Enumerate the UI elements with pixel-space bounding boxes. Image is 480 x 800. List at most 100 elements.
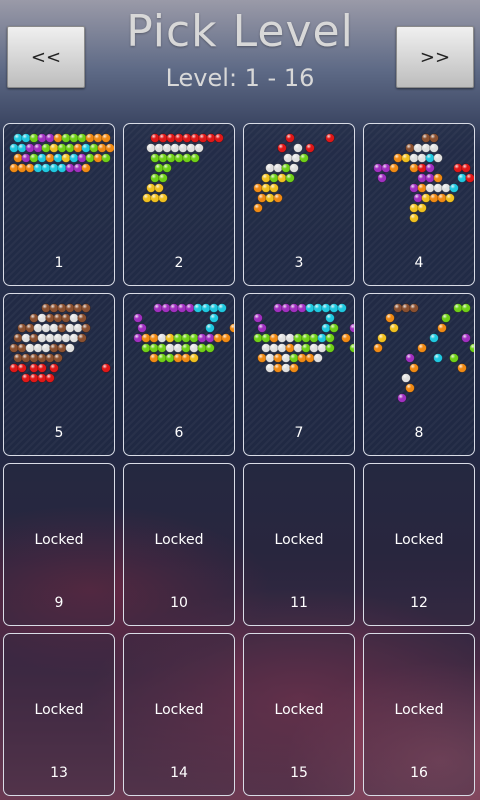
bubble-shine xyxy=(105,143,114,153)
bubble-shine xyxy=(45,153,55,163)
bubble-shine xyxy=(49,143,59,153)
level-tile-6[interactable]: 6 xyxy=(123,293,235,456)
bubble-shine xyxy=(61,333,71,343)
level-number: 3 xyxy=(294,255,304,271)
bubble-shine xyxy=(309,333,319,343)
bubble-shine xyxy=(81,163,91,173)
level-tile-16[interactable]: Locked 16 xyxy=(363,633,475,796)
locked-label: Locked xyxy=(154,532,204,548)
level-tile-12[interactable]: Locked 12 xyxy=(363,463,475,626)
level-tile-8[interactable]: 8 xyxy=(363,293,475,456)
level-tile-5[interactable]: 5 xyxy=(3,293,115,456)
bubble-shine xyxy=(281,303,291,313)
bubble-shine xyxy=(409,363,419,373)
bubble-shine xyxy=(425,183,435,193)
bubble-shine xyxy=(269,183,279,193)
level-number: 4 xyxy=(414,255,424,271)
level-number: 13 xyxy=(50,765,68,781)
level-tile-2[interactable]: 2 xyxy=(123,123,235,286)
bubble-shine xyxy=(325,313,335,323)
bubble-shine xyxy=(149,333,159,343)
bubble-shine xyxy=(401,373,411,383)
bubble-shine xyxy=(194,143,204,153)
level-tile-15[interactable]: Locked 15 xyxy=(243,633,355,796)
bubble-shine xyxy=(166,133,176,143)
bubble-shine xyxy=(65,343,75,353)
bubble-shine xyxy=(45,313,55,323)
bubble-shine xyxy=(45,333,55,343)
bubble-shine xyxy=(273,193,283,203)
bubble-shine xyxy=(189,333,199,343)
level-tile-14[interactable]: Locked 14 xyxy=(123,633,235,796)
bubble-shine xyxy=(325,333,335,343)
bubble-shine xyxy=(453,163,463,173)
level-tile-10[interactable]: Locked 10 xyxy=(123,463,235,626)
bubble-shine xyxy=(389,323,399,333)
bubble-shine xyxy=(257,193,267,203)
bubble-shine xyxy=(261,183,271,193)
level-tile-4[interactable]: 4 xyxy=(363,123,475,286)
bubble-shine xyxy=(41,343,51,353)
bubble-shine xyxy=(177,303,187,313)
bubble-shine xyxy=(17,163,27,173)
bubble-shine xyxy=(33,343,43,353)
bubble-shine xyxy=(150,133,160,143)
bubble-shine xyxy=(45,353,55,363)
bubble-shine xyxy=(61,313,71,323)
bubble-shine xyxy=(405,143,415,153)
bubble-shine xyxy=(429,193,439,203)
bubble-shine xyxy=(133,313,143,323)
level-number: 9 xyxy=(54,595,64,611)
bubble-shine xyxy=(441,183,451,193)
level-tile-13[interactable]: Locked 13 xyxy=(3,633,115,796)
bubble-shine xyxy=(13,353,23,363)
bubble-shine xyxy=(29,133,39,143)
bubble-shine xyxy=(213,333,223,343)
bubble-shine xyxy=(57,143,67,153)
bubble-shine xyxy=(158,153,168,163)
bubble-shine xyxy=(269,343,279,353)
bubble-shine xyxy=(425,173,435,183)
bubble-shine xyxy=(49,163,59,173)
bubble-shine xyxy=(325,343,335,353)
bubble-shine xyxy=(405,353,415,363)
bubble-shine xyxy=(299,153,309,163)
bubble-shine xyxy=(190,153,200,163)
bubble-shine xyxy=(101,153,111,163)
bubble-shine xyxy=(349,323,354,333)
bubble-shine xyxy=(277,343,287,353)
bubble-shine xyxy=(41,143,51,153)
bubble-shine xyxy=(309,343,319,353)
level-tile-9[interactable]: Locked 9 xyxy=(3,463,115,626)
level-tile-11[interactable]: Locked 11 xyxy=(243,463,355,626)
bubble-shine xyxy=(269,333,279,343)
bubble-shine xyxy=(205,333,215,343)
bubble-shine xyxy=(21,333,31,343)
bubble-shine xyxy=(329,323,339,333)
bubble-shine xyxy=(150,153,160,163)
bubble-shine xyxy=(141,343,151,353)
bubble-shine xyxy=(281,163,291,173)
bubble-shine xyxy=(273,163,283,173)
bubble-shine xyxy=(158,133,168,143)
level-tile-3[interactable]: 3 xyxy=(243,123,355,286)
locked-label: Locked xyxy=(154,702,204,718)
level-tile-7[interactable]: 7 xyxy=(243,293,355,456)
bubble-shine xyxy=(417,153,427,163)
locked-label: Locked xyxy=(274,532,324,548)
bubble-shine xyxy=(373,343,383,353)
bubble-shine xyxy=(173,343,183,353)
bubble-shine xyxy=(198,133,208,143)
bubble-shine xyxy=(21,353,31,363)
bubble-shine xyxy=(49,363,59,373)
locked-label: Locked xyxy=(274,702,324,718)
next-page-button[interactable]: >> xyxy=(396,26,474,88)
bubble-shine xyxy=(261,333,271,343)
level-number: 8 xyxy=(414,425,424,441)
bubble-shine xyxy=(321,323,331,333)
bubble-shine xyxy=(289,163,299,173)
bubble-shine xyxy=(49,323,59,333)
level-tile-1[interactable]: 1 xyxy=(3,123,115,286)
bubble-shine xyxy=(289,363,299,373)
bubble-shine xyxy=(53,133,63,143)
